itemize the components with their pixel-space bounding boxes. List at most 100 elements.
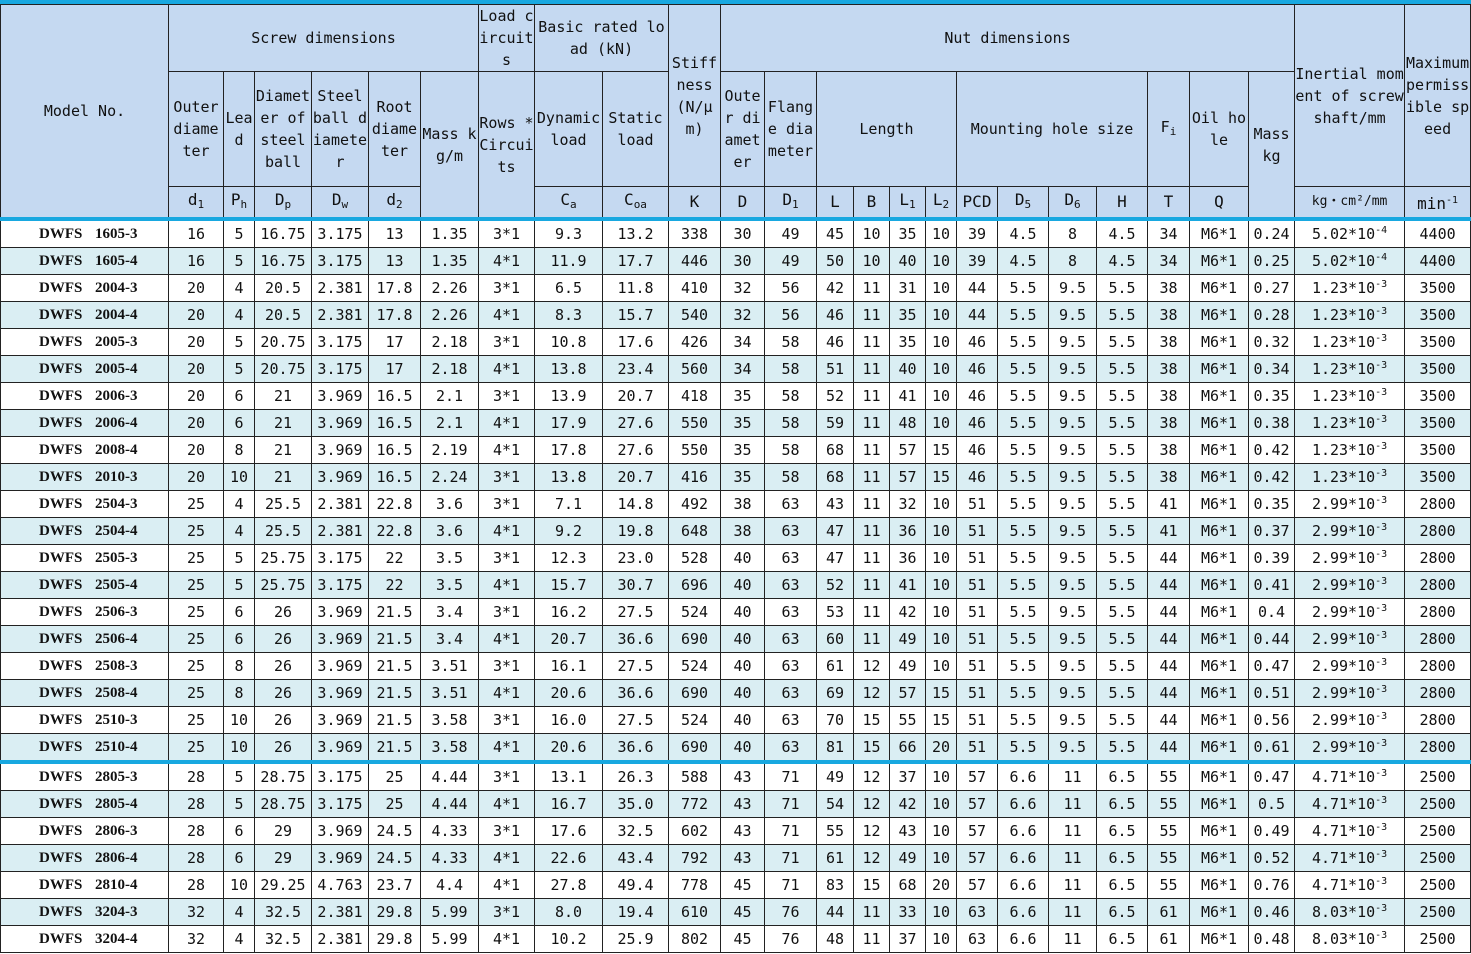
- cell-l1: 43: [889, 817, 926, 845]
- cell-coa: 36.6: [602, 679, 669, 707]
- cell-t: 61: [1147, 925, 1190, 953]
- cell-speed: 2500: [1404, 790, 1471, 818]
- cell-coa: 25.9: [602, 925, 669, 953]
- cell-nm: 0.4: [1247, 598, 1296, 626]
- cell-ph: 6: [223, 382, 255, 410]
- cell-mass: 2.18: [420, 355, 479, 383]
- cell-rc: 3*1: [478, 274, 535, 302]
- cell-dw: 3.969: [311, 409, 369, 437]
- cell-l2: 10: [925, 409, 957, 437]
- cell-ph: 6: [223, 817, 255, 845]
- cell-pcd: 63: [956, 925, 998, 953]
- cell-l: 45: [816, 217, 854, 248]
- cell-l2: 10: [925, 382, 957, 410]
- cell-d: 38: [720, 517, 765, 545]
- table-header: Model No. Screw dimensions Load circuits…: [0, 4, 1471, 220]
- cell-k: 602: [668, 817, 721, 845]
- cell-l: 61: [816, 844, 854, 872]
- cell-q: M6*1: [1189, 733, 1249, 763]
- cell-mass: 5.99: [420, 898, 479, 926]
- cell-ca: 13.1: [534, 760, 603, 791]
- sym-pcd: PCD: [956, 186, 998, 220]
- cell-h: 5.5: [1096, 382, 1148, 410]
- cell-ph: 6: [223, 625, 255, 653]
- model-cell: DWFS 2806-3: [0, 817, 169, 845]
- cell-b: 12: [853, 652, 890, 680]
- cell-speed: 2500: [1404, 925, 1471, 953]
- table-row: DWFS 2006-3 20 6 21 3.969 16.5 2.1 3*1 13.9 20.7 41…: [0, 382, 1471, 410]
- header-root-diameter: Root diameter: [368, 71, 421, 187]
- sym-d5: D5: [997, 186, 1049, 220]
- cell-d2: 13: [368, 247, 421, 275]
- cell-d6: 11: [1048, 760, 1097, 791]
- cell-d5: 4.5: [997, 217, 1049, 248]
- cell-ca: 9.2: [534, 517, 603, 545]
- sym-h: H: [1096, 186, 1148, 220]
- cell-l1: 35: [889, 301, 926, 329]
- cell-nm: 0.41: [1247, 571, 1296, 599]
- table-row: DWFS 3204-3 32 4 32.5 2.381 29.8 5.99 3*1 8.0 19.4…: [0, 898, 1471, 926]
- cell-l1: 32: [889, 490, 926, 518]
- cell-l2: 15: [925, 706, 957, 734]
- cell-q: M6*1: [1189, 898, 1249, 926]
- cell-b: 15: [853, 733, 890, 763]
- cell-dp: 25.75: [254, 544, 312, 572]
- cell-dw: 3.175: [311, 247, 369, 275]
- cell-h: 6.5: [1096, 925, 1148, 953]
- cell-h: 5.5: [1096, 571, 1148, 599]
- table-row: DWFS 2505-4 25 5 25.75 3.175 22 3.5 4*1 15.7 30.7 6…: [0, 571, 1471, 599]
- cell-d5: 5.5: [997, 274, 1049, 302]
- cell-l2: 10: [925, 217, 957, 248]
- header-load-circuits: Load circuits: [478, 4, 535, 72]
- model-cell: DWFS 2805-4: [0, 790, 169, 818]
- cell-inertia: 2.99*10-3: [1294, 490, 1406, 518]
- cell-ph: 4: [223, 301, 255, 329]
- cell-d5: 6.6: [997, 925, 1049, 953]
- cell-dw: 3.969: [311, 598, 369, 626]
- cell-nm: 0.28: [1247, 301, 1296, 329]
- cell-h: 5.5: [1096, 328, 1148, 356]
- cell-dp: 25.75: [254, 571, 312, 599]
- cell-speed: 2800: [1404, 733, 1471, 763]
- cell-d2: 16.5: [368, 436, 421, 464]
- cell-inertia: 4.71*10-3: [1294, 760, 1406, 791]
- cell-d5: 5.5: [997, 733, 1049, 763]
- cell-speed: 2800: [1404, 490, 1471, 518]
- cell-t: 41: [1147, 490, 1190, 518]
- cell-d2: 21.5: [368, 598, 421, 626]
- sym-q: Q: [1189, 186, 1249, 220]
- cell-coa: 27.5: [602, 598, 669, 626]
- cell-d1: 25: [168, 544, 224, 572]
- table-row: DWFS 2004-3 20 4 20.5 2.381 17.8 2.26 3*1 6.5 11.8…: [0, 274, 1471, 302]
- table-row: DWFS 2010-3 20 10 21 3.969 16.5 2.24 3*1 13.8 20.7…: [0, 463, 1471, 491]
- cell-l1: 35: [889, 217, 926, 248]
- cell-inertia: 2.99*10-3: [1294, 733, 1406, 763]
- cell-d6: 9.5: [1048, 409, 1097, 437]
- cell-mass: 2.26: [420, 301, 479, 329]
- cell-d2: 22: [368, 544, 421, 572]
- cell-k: 524: [668, 706, 721, 734]
- cell-ph: 5: [223, 544, 255, 572]
- cell-t: 38: [1147, 274, 1190, 302]
- cell-d: 40: [720, 625, 765, 653]
- cell-d1: 58: [764, 382, 817, 410]
- cell-h: 5.5: [1096, 301, 1148, 329]
- cell-ca: 20.6: [534, 679, 603, 707]
- cell-l: 53: [816, 598, 854, 626]
- cell-d5: 6.6: [997, 898, 1049, 926]
- cell-k: 690: [668, 679, 721, 707]
- cell-t: 38: [1147, 328, 1190, 356]
- cell-d5: 5.5: [997, 382, 1049, 410]
- cell-d1: 49: [764, 217, 817, 248]
- cell-coa: 26.3: [602, 760, 669, 791]
- table-row: DWFS 2005-3 20 5 20.75 3.175 17 2.18 3*1 10.8 17.6…: [0, 328, 1471, 356]
- cell-k: 492: [668, 490, 721, 518]
- cell-h: 6.5: [1096, 760, 1148, 791]
- table-row: DWFS 2805-4 28 5 28.75 3.175 25 4.44 4*1 16.7 35.0…: [0, 790, 1471, 818]
- cell-l1: 57: [889, 679, 926, 707]
- cell-l1: 41: [889, 571, 926, 599]
- cell-pcd: 46: [956, 463, 998, 491]
- cell-h: 5.5: [1096, 544, 1148, 572]
- cell-k: 524: [668, 598, 721, 626]
- sym-b: B: [853, 186, 890, 220]
